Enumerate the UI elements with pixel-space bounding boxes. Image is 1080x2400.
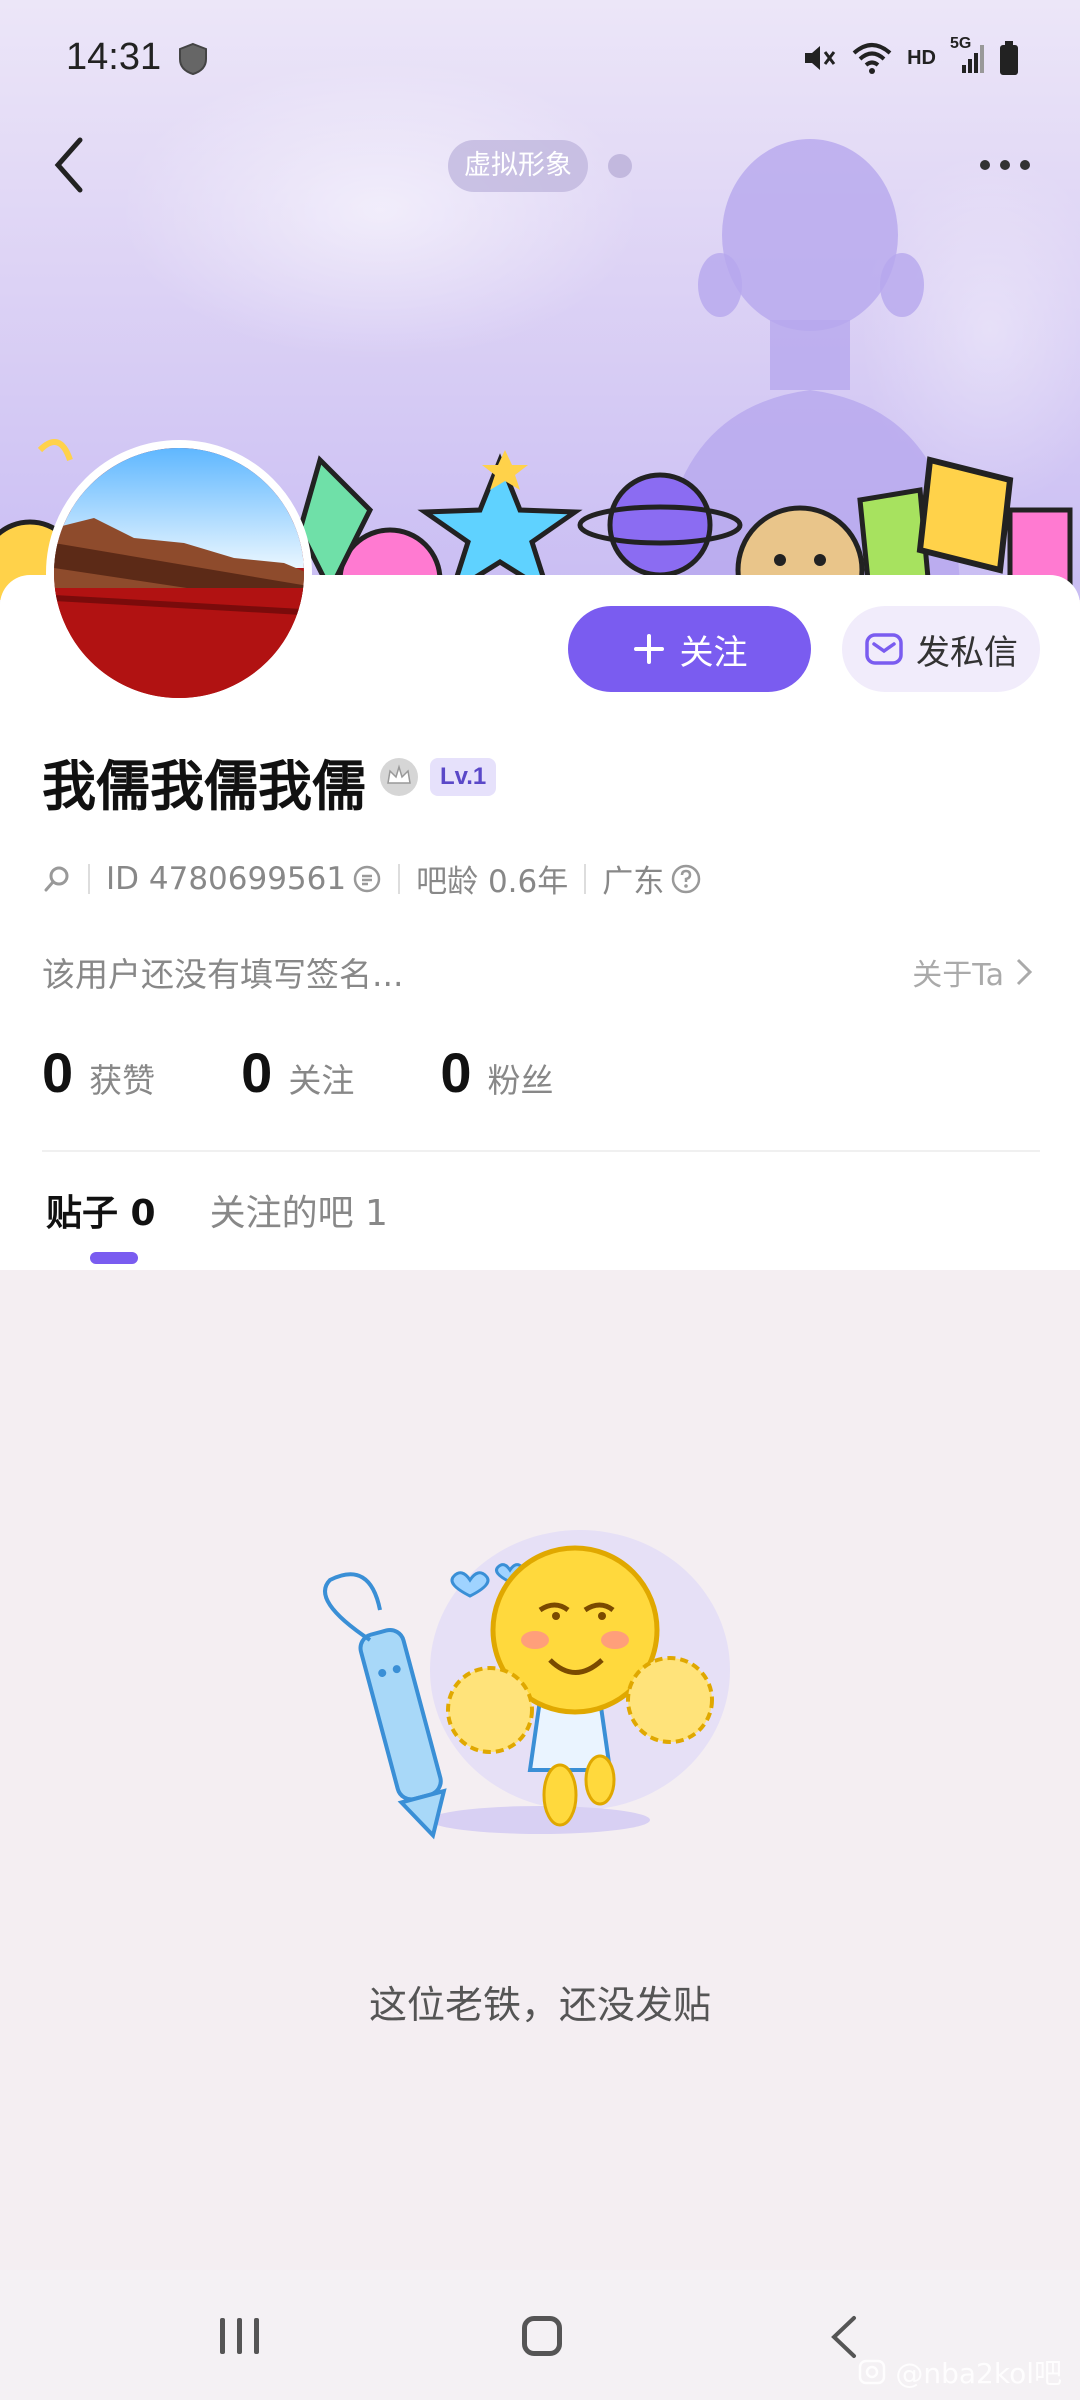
stat-value: 0 — [440, 1041, 472, 1104]
virtual-avatar-button[interactable]: 虚拟形象 — [448, 140, 588, 192]
location: 广东 — [602, 864, 665, 900]
mute-icon — [805, 46, 836, 70]
envelope-icon — [865, 633, 903, 665]
back-button[interactable] — [44, 130, 104, 200]
watermark-text: @nba2kol吧 — [895, 2357, 1062, 2390]
stat-likes[interactable]: 0 获赞 — [42, 1040, 155, 1105]
about-label: 关于Ta — [912, 958, 1004, 993]
empty-state-illustration — [323, 1530, 730, 1840]
crown-badge-icon — [380, 758, 418, 796]
chevron-right-icon — [1016, 958, 1033, 986]
hd-indicator: HD — [907, 46, 936, 69]
stat-label: 获赞 — [89, 1061, 156, 1100]
stat-fans[interactable]: 0 粉丝 — [440, 1040, 553, 1105]
home-button[interactable] — [522, 2316, 562, 2356]
stat-label: 粉丝 — [487, 1061, 554, 1100]
stat-label: 关注 — [288, 1061, 355, 1100]
avatar[interactable] — [46, 440, 312, 706]
watermark: @nba2kol吧 — [857, 2352, 1062, 2392]
user-id: ID 4780699561 — [106, 860, 347, 897]
recent-apps-button[interactable] — [220, 2318, 259, 2354]
stat-following[interactable]: 0 关注 — [241, 1040, 354, 1105]
bar-age: 吧龄 0.6年 — [416, 864, 569, 900]
bio-text: 该用户还没有填写签名... — [42, 955, 404, 994]
copy-id-icon[interactable] — [352, 864, 382, 894]
tab-posts[interactable]: 贴子 0 — [46, 1184, 156, 1236]
follow-button[interactable]: 关注 — [568, 606, 811, 692]
search-user-icon[interactable] — [42, 864, 72, 894]
empty-state-message: 这位老铁，还没发贴 — [368, 1983, 711, 2027]
follow-label: 关注 — [679, 632, 748, 673]
profile-meta: ID 4780699561 吧龄 0.6年 广东 — [42, 856, 702, 901]
battery-icon — [1000, 41, 1018, 75]
cell-signal-icon: 5G — [950, 35, 984, 75]
avatar-pill-dot — [608, 154, 632, 178]
camera-icon — [859, 2359, 886, 2385]
profile-tabs: 贴子 0 关注的吧 1 — [46, 1184, 388, 1236]
send-message-button[interactable]: 发私信 — [842, 606, 1040, 692]
active-tab-indicator — [90, 1252, 138, 1264]
stat-value: 0 — [42, 1041, 74, 1104]
status-bar: 14:31 HD 5G — [0, 0, 1080, 120]
wifi-icon — [852, 43, 892, 74]
status-time: 14:31 — [66, 36, 162, 78]
help-icon[interactable] — [670, 863, 702, 895]
plus-icon — [633, 634, 664, 664]
divider — [42, 1150, 1040, 1152]
username: 我儒我儒我儒 — [42, 755, 366, 818]
recent-apps-icon — [220, 2318, 225, 2354]
about-link[interactable]: 关于Ta — [912, 950, 1034, 994]
more-options-button[interactable] — [970, 150, 1040, 180]
tab-followed-bars[interactable]: 关注的吧 1 — [210, 1184, 388, 1236]
send-message-label: 发私信 — [916, 632, 1018, 673]
shield-icon — [179, 42, 207, 76]
stats-row: 0 获赞 0 关注 0 粉丝 — [42, 1040, 553, 1105]
level-badge: Lv.1 — [430, 758, 497, 796]
stat-value: 0 — [241, 1041, 273, 1104]
more-dot-icon — [980, 160, 990, 170]
